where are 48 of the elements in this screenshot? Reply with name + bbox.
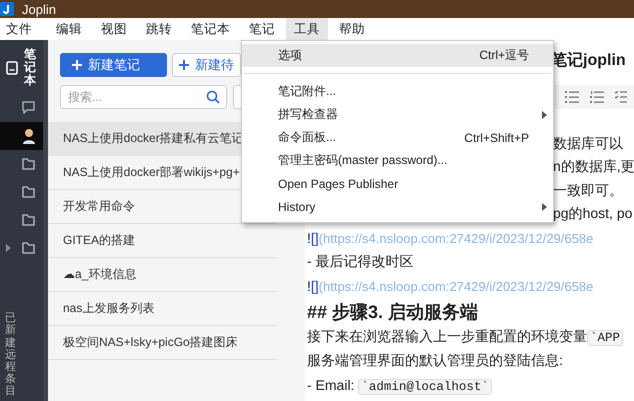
checklist-icon[interactable] [615,91,627,103]
note-list-item[interactable]: nas上发服务列表 [48,292,277,326]
note-text: n的数据库,更 [553,158,634,176]
folder-icon [22,242,35,254]
plus-icon [179,60,189,70]
search-field[interactable]: 搜索... [60,85,227,109]
menu-item[interactable]: 跳转 [138,18,180,40]
note-text: 服务端管理界面的默认管理员的登陆信息: [307,352,563,370]
menu-item[interactable]: 文件 [0,18,45,40]
submenu-arrow-icon [542,111,547,119]
menu-item[interactable]: 帮助 [331,18,373,40]
avatar-icon [22,128,36,144]
submenu-arrow-icon [542,203,547,211]
note-text: 一致即可。 [553,182,623,200]
note-text: - Email: `admin@localhost` [307,376,492,394]
note-text: ![](https://s4.nsloop.com:27429/i/2023/12/29/658e [307,230,594,246]
plus-icon [72,60,82,70]
sidebar-heading: 笔记本 [24,48,36,88]
menu-item[interactable]: 笔记本 [183,18,238,40]
menu-item[interactable]: 视图 [93,18,135,40]
note-text: ## 步骤3. 启动服务端 [307,300,478,324]
menu-item[interactable]: 笔记 [241,18,283,40]
menu-item[interactable]: 选项 Ctrl+逗号 [242,44,553,67]
note-list-item[interactable]: 极空间NAS+lsky+picGo搭建图床 [48,326,277,360]
menu-item[interactable]: 笔记附件... [242,80,553,103]
bulleted-list-icon[interactable] [565,91,579,103]
app-logo-icon [0,2,14,16]
numbered-list-icon[interactable] [590,91,604,103]
menu-item[interactable]: 工具 [286,18,328,40]
note-text: 数据库可以 [553,134,623,153]
note-text: - 最后记得改时区 [307,253,414,271]
expand-arrow-icon[interactable] [6,244,11,252]
sync-status-text: 已新建远程条目 [4,312,16,399]
search-icon [206,90,220,104]
folder-icon [22,214,35,226]
note-text: pg的host, po [553,205,632,224]
sidebar-item[interactable] [0,122,43,150]
note-text: ![](https://s4.nsloop.com:27429/i/2023/12/29/658e [307,278,594,294]
note-text: 接下来在浏览器输入上一步重配置的环境变量 `APP [307,328,624,346]
menu-item[interactable]: 编辑 [48,18,90,40]
note-list-item[interactable]: GITEA的搭建 [48,224,277,258]
note-list-item[interactable]: ☁a_环境信息 [48,258,277,292]
folder-icon [22,158,35,170]
folder-icon [22,186,35,198]
new-todo-button[interactable]: 新建待 [172,53,241,77]
new-note-button[interactable]: 新建笔记 [60,53,167,77]
notebook-icon [6,60,18,75]
window-title: Joplin [22,2,56,16]
